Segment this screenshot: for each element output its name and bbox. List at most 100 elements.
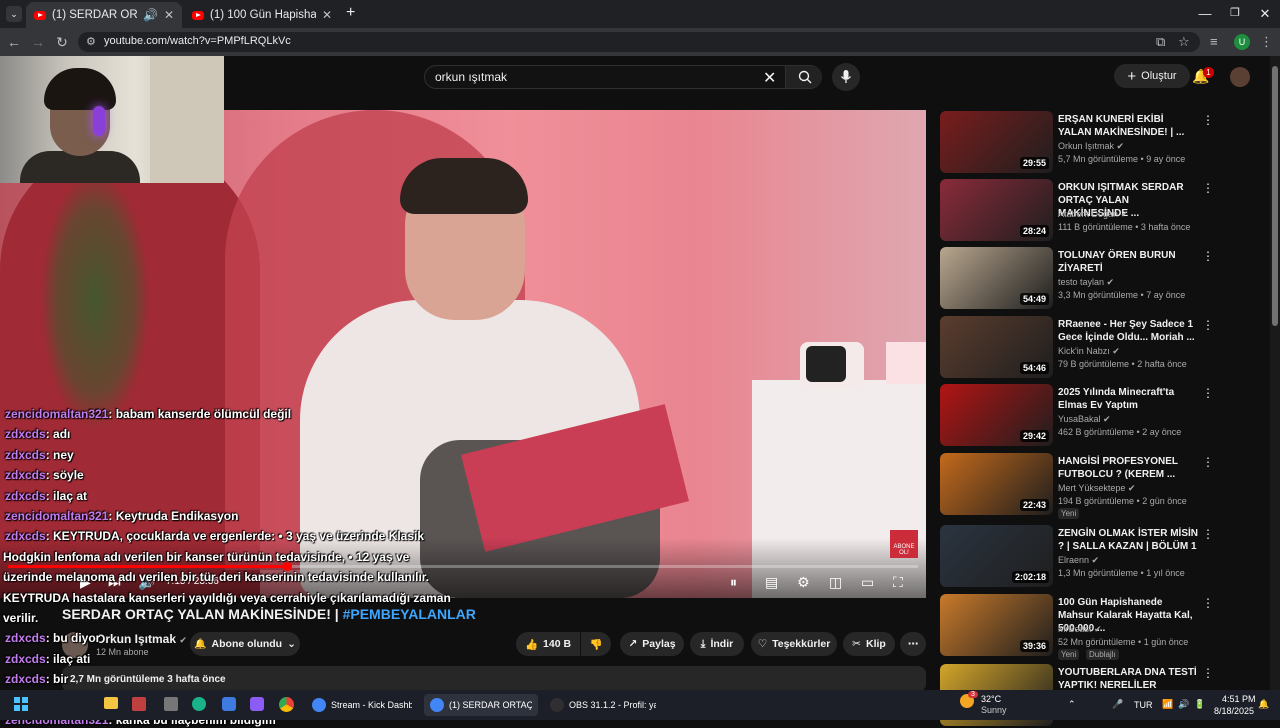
- recommended-channel[interactable]: Mert Yüksektepe ✔: [1058, 483, 1135, 494]
- like-button[interactable]: 👍 140 B: [516, 632, 580, 656]
- pinned-app-icon[interactable]: [222, 697, 236, 711]
- tab-100-gun[interactable]: (1) 100 Gün Hapishanede Mahsur ✕: [184, 2, 340, 28]
- recommended-video[interactable]: 39:36 100 Gün Hapishanede Mahsur Kalarak …: [940, 594, 1270, 660]
- bookmark-star-icon[interactable]: ☆: [1178, 34, 1190, 50]
- recommended-video[interactable]: 54:46 RRaenee - Her Şey Sadece 1 Gece İçi…: [940, 316, 1270, 380]
- video-thumbnail[interactable]: 29:42: [940, 384, 1053, 446]
- subscribe-button[interactable]: 🔔 Abone olundu ⌄: [190, 632, 300, 656]
- channel-name[interactable]: Orkun Işıtmak ✔: [96, 632, 187, 646]
- battery-icon[interactable]: 🔋: [1194, 699, 1205, 710]
- install-app-icon[interactable]: ⧉: [1156, 34, 1165, 50]
- recommended-video[interactable]: 28:24 ORKUN IŞITMAK SERDAR ORTAÇ YALAN MA…: [940, 179, 1270, 243]
- recommended-video[interactable]: 29:42 2025 Yılında Minecraft'ta Elmas Ev …: [940, 384, 1270, 448]
- recommended-video[interactable]: 2:02:18 ZENGİN OLMAK İSTER MİSİN ? | SALL…: [940, 525, 1270, 589]
- recommended-channel[interactable]: MrBeast ✔: [1058, 624, 1102, 635]
- tab-search-button[interactable]: ⌄: [6, 6, 22, 22]
- video-thumbnail[interactable]: 39:36: [940, 594, 1053, 656]
- start-icon[interactable]: [14, 697, 28, 711]
- tray-overflow-icon[interactable]: ⌃: [1068, 699, 1076, 710]
- forward-icon[interactable]: →: [30, 34, 46, 50]
- recommended-title[interactable]: ERŞAN KUNERİ EKİBİ YALAN MAKİNESİNDE! | …: [1058, 113, 1198, 139]
- more-options-icon[interactable]: ⋮: [1202, 596, 1214, 610]
- profile-avatar[interactable]: U: [1234, 34, 1250, 50]
- recommended-video[interactable]: 22:43 HANGİSİ PROFESYONEL FUTBOLCU ? (KER…: [940, 453, 1270, 519]
- browser-menu-icon[interactable]: ⋮: [1260, 34, 1273, 50]
- video-thumbnail[interactable]: 28:24: [940, 179, 1053, 241]
- more-options-icon[interactable]: ⋮: [1202, 386, 1214, 400]
- recommended-title[interactable]: TOLUNAY ÖREN BURUN ZİYARETİ: [1058, 249, 1198, 275]
- fullscreen-icon[interactable]: ⛶: [893, 574, 903, 591]
- back-icon[interactable]: ←: [6, 34, 22, 50]
- taskbar-app[interactable]: OBS 31.1.2 - Profil: yayın: [544, 694, 662, 716]
- autoplay-toggle-icon[interactable]: ⏸: [730, 574, 737, 591]
- window-close-icon[interactable]: ✕: [1256, 6, 1274, 22]
- search-input[interactable]: orkun ışıtmak: [435, 70, 507, 84]
- video-hashtag-link[interactable]: #PEMBEYALANLAR: [343, 606, 476, 622]
- video-thumbnail[interactable]: 54:46: [940, 316, 1053, 378]
- pinned-app-icon[interactable]: [192, 697, 206, 711]
- scrollbar-thumb[interactable]: [1272, 66, 1278, 326]
- more-options-icon[interactable]: ⋮: [1202, 318, 1214, 332]
- tab-close-icon[interactable]: ✕: [322, 8, 332, 22]
- more-options-icon[interactable]: ⋮: [1202, 527, 1214, 541]
- video-player[interactable]: [0, 110, 926, 598]
- minimize-icon[interactable]: —: [1196, 6, 1214, 21]
- notifications-tray-icon[interactable]: 🔔: [1258, 699, 1269, 710]
- address-bar[interactable]: ⚙ youtube.com/watch?v=PMPfLRQLkVc: [78, 32, 1200, 52]
- miniplayer-icon[interactable]: ◫: [829, 574, 842, 591]
- create-button[interactable]: + Oluştur: [1114, 64, 1190, 88]
- more-options-icon[interactable]: ⋮: [1202, 113, 1214, 127]
- download-button[interactable]: ⤓ İndir: [690, 632, 744, 656]
- microphone-tray-icon[interactable]: 🎤: [1112, 699, 1123, 710]
- search-box[interactable]: orkun ışıtmak ✕: [424, 65, 822, 89]
- more-actions-button[interactable]: ⋯: [900, 632, 926, 656]
- recommended-channel[interactable]: testo taylan ✔: [1058, 277, 1114, 288]
- recommended-video[interactable]: 29:55 ERŞAN KUNERİ EKİBİ YALAN MAKİNESİND…: [940, 111, 1270, 175]
- share-button[interactable]: ↗ Paylaş: [620, 632, 684, 656]
- description-box[interactable]: 2,7 Mn görüntüleme 3 hafta önce: [62, 666, 926, 692]
- more-options-icon[interactable]: ⋮: [1202, 181, 1214, 195]
- recommended-channel[interactable]: Elraenn ✔: [1058, 555, 1099, 566]
- new-tab-button[interactable]: +: [346, 4, 355, 22]
- volume-tray-icon[interactable]: 🔊: [1178, 699, 1189, 710]
- video-thumbnail[interactable]: 22:43: [940, 453, 1053, 515]
- pinned-app-icon[interactable]: [164, 697, 178, 711]
- subtitles-icon[interactable]: ▤: [765, 574, 778, 591]
- subscribe-watermark[interactable]: ABONE OL!: [890, 530, 918, 558]
- settings-gear-icon[interactable]: ⚙: [797, 574, 810, 591]
- pinned-app-icon[interactable]: [250, 697, 264, 711]
- taskbar-app[interactable]: (1) SERDAR ORTAÇ YALA: [424, 694, 538, 716]
- video-thumbnail[interactable]: 2:02:18: [940, 525, 1053, 587]
- recommended-channel[interactable]: Kick'in Nabzı ✔: [1058, 346, 1120, 357]
- recommended-channel[interactable]: Orkun Işıtmak ✔: [1058, 141, 1124, 152]
- taskbar-app[interactable]: Stream - Kick Dashboard: [306, 694, 418, 716]
- clock-date[interactable]: 8/18/2025: [1214, 706, 1254, 716]
- site-info-icon[interactable]: ⚙: [86, 35, 96, 48]
- speaker-icon[interactable]: 🔊: [143, 8, 158, 22]
- clip-button[interactable]: ✂ Klip: [843, 632, 895, 656]
- page-scrollbar[interactable]: [1270, 56, 1280, 690]
- chrome-icon[interactable]: [279, 697, 294, 712]
- pinned-app-icon[interactable]: [132, 697, 146, 711]
- video-thumbnail[interactable]: 54:49: [940, 247, 1053, 309]
- thanks-button[interactable]: ♡ Teşekkürler: [751, 632, 837, 656]
- media-control-icon[interactable]: ≡: [1210, 34, 1218, 49]
- progress-bar[interactable]: [8, 562, 918, 571]
- reload-icon[interactable]: ↻: [54, 34, 70, 50]
- clock-time[interactable]: 4:51 PM: [1222, 694, 1256, 704]
- recommended-title[interactable]: RRaenee - Her Şey Sadece 1 Gece İçinde O…: [1058, 318, 1198, 344]
- recommended-channel[interactable]: YusaBakal ✔: [1058, 414, 1111, 425]
- recommended-title[interactable]: 2025 Yılında Minecraft'ta Elmas Ev Yaptı…: [1058, 386, 1198, 412]
- theater-mode-icon[interactable]: ▭: [861, 574, 874, 591]
- search-button[interactable]: [785, 66, 822, 88]
- more-options-icon[interactable]: ⋮: [1202, 455, 1214, 469]
- more-options-icon[interactable]: ⋮: [1202, 666, 1214, 680]
- search-clear-icon[interactable]: ✕: [763, 68, 776, 88]
- recommended-title[interactable]: HANGİSİ PROFESYONEL FUTBOLCU ? (KEREM ..…: [1058, 455, 1198, 481]
- tab-close-icon[interactable]: ✕: [164, 8, 174, 22]
- recommended-title[interactable]: ZENGİN OLMAK İSTER MİSİN ? | SALLA KAZAN…: [1058, 527, 1198, 553]
- voice-search-button[interactable]: [832, 63, 860, 91]
- language-indicator[interactable]: TUR: [1134, 700, 1153, 710]
- wifi-icon[interactable]: 📶: [1162, 699, 1173, 710]
- video-thumbnail[interactable]: 29:55: [940, 111, 1053, 173]
